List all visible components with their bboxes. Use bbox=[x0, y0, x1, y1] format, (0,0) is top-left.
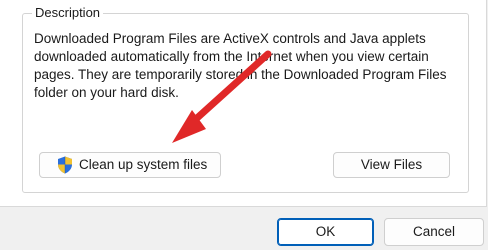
view-files-button[interactable]: View Files bbox=[333, 152, 450, 178]
clean-up-system-files-button[interactable]: Clean up system files bbox=[39, 152, 221, 178]
description-panel: Description Downloaded Program Files are… bbox=[0, 0, 487, 207]
clean-up-label: Clean up system files bbox=[79, 157, 208, 172]
shield-icon bbox=[58, 156, 72, 174]
groupbox-title: Description bbox=[32, 5, 104, 21]
cancel-button[interactable]: Cancel bbox=[384, 218, 484, 246]
ok-button[interactable]: OK bbox=[277, 218, 374, 246]
description-text: Downloaded Program Files are ActiveX con… bbox=[34, 31, 447, 100]
